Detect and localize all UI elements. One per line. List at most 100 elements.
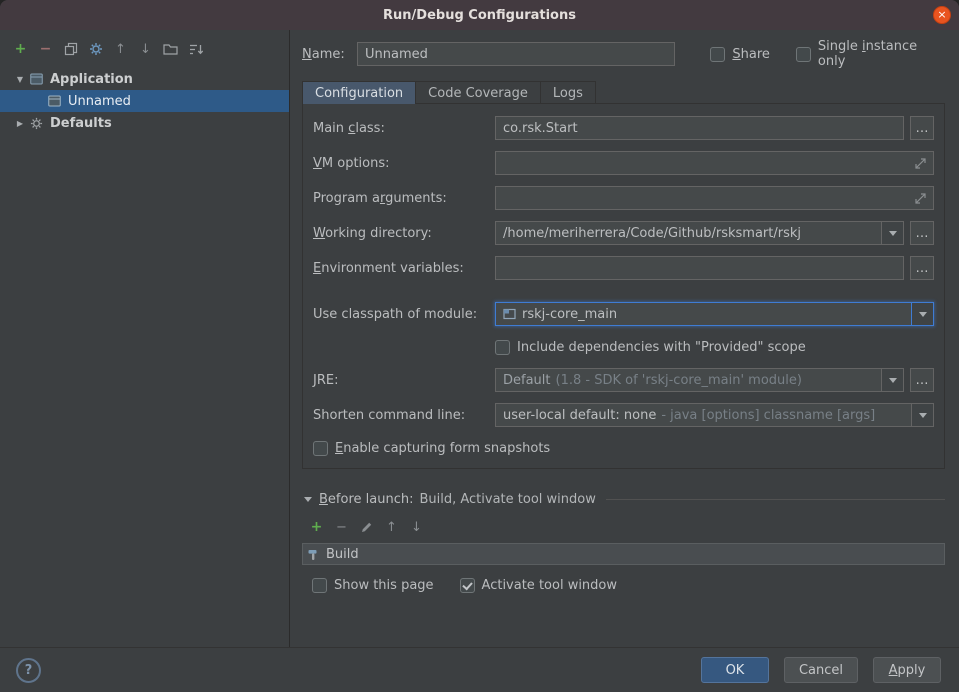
add-configuration-button[interactable]: + <box>8 40 33 58</box>
move-down-button[interactable]: ↓ <box>133 40 158 58</box>
before-launch-move-up-button[interactable]: ↑ <box>379 518 404 536</box>
before-launch-remove-button[interactable]: − <box>329 518 354 536</box>
jre-dropdown-button[interactable] <box>881 369 903 391</box>
name-input-value: Unnamed <box>365 47 428 62</box>
edit-templates-button[interactable] <box>83 40 108 58</box>
build-hammer-icon <box>307 548 320 561</box>
tree-item-application[interactable]: ▼ Application <box>0 68 289 90</box>
folder-icon <box>163 43 178 55</box>
before-launch-item-label: Build <box>326 547 359 562</box>
before-launch-subtitle: Build, Activate tool window <box>419 492 595 507</box>
single-instance-checkbox-box[interactable] <box>796 47 811 62</box>
before-launch-header[interactable]: Before launch: Build, Activate tool wind… <box>302 489 945 509</box>
help-button[interactable]: ? <box>16 658 41 683</box>
working-directory-dropdown-button[interactable] <box>881 222 903 244</box>
expand-field-icon[interactable] <box>914 192 927 205</box>
classpath-module-dropdown-button[interactable] <box>911 303 933 325</box>
before-launch-add-button[interactable]: + <box>304 518 329 536</box>
activate-tool-window-checkbox-box[interactable] <box>460 578 475 593</box>
configuration-tab-panel: Main class: co.rsk.Start … VM options: <box>302 103 945 469</box>
before-launch-list: Build <box>302 543 945 565</box>
name-label: Name: <box>302 47 357 62</box>
name-input[interactable]: Unnamed <box>357 42 675 66</box>
ok-button[interactable]: OK <box>701 657 769 683</box>
before-launch-options: Show this page Activate tool window <box>302 578 945 593</box>
plus-icon: + <box>15 42 27 56</box>
expand-field-icon[interactable] <box>914 157 927 170</box>
minus-icon: − <box>40 42 52 56</box>
close-button[interactable]: × <box>933 6 951 24</box>
vm-options-label: VM options: <box>313 156 495 171</box>
environment-variables-input[interactable] <box>495 256 904 280</box>
shorten-command-line-value: user-local default: none <box>503 408 656 423</box>
minus-icon: − <box>336 521 347 534</box>
working-directory-combobox[interactable]: /home/meriherrera/Code/Github/rsksmart/r… <box>495 221 904 245</box>
create-folder-button[interactable] <box>158 40 183 58</box>
name-row: Name: Unnamed Share Single instance only <box>302 42 945 66</box>
chevron-down-icon[interactable]: ▼ <box>14 75 26 84</box>
enable-capturing-checkbox-box[interactable] <box>313 441 328 456</box>
activate-tool-window-checkbox[interactable]: Activate tool window <box>460 578 617 593</box>
apply-button[interactable]: Apply <box>873 657 941 683</box>
environment-variables-label: Environment variables: <box>313 261 495 276</box>
defaults-gear-icon <box>30 117 43 130</box>
close-icon: × <box>937 8 946 21</box>
titlebar[interactable]: Run/Debug Configurations × <box>0 0 959 30</box>
share-checkbox-box[interactable] <box>710 47 725 62</box>
config-tabs: Configuration Code Coverage Logs <box>302 81 945 104</box>
single-instance-checkbox[interactable]: Single instance only <box>796 39 945 69</box>
working-directory-label: Working directory: <box>313 226 495 241</box>
environment-variables-row: Environment variables: … <box>313 256 934 280</box>
sort-icon <box>189 43 203 56</box>
working-directory-value: /home/meriherrera/Code/Github/rsksmart/r… <box>503 226 801 241</box>
classpath-module-combobox[interactable]: rskj-core_main <box>495 302 934 326</box>
enable-capturing-checkbox-label: Enable capturing form snapshots <box>335 441 550 456</box>
show-this-page-checkbox-box[interactable] <box>312 578 327 593</box>
show-this-page-checkbox[interactable]: Show this page <box>312 578 434 593</box>
jre-combobox[interactable]: Default (1.8 - SDK of 'rskj-core_main' m… <box>495 368 904 392</box>
include-dependencies-checkbox-label: Include dependencies with "Provided" sco… <box>517 340 806 355</box>
ellipsis-icon: … <box>916 226 929 241</box>
share-checkbox[interactable]: Share <box>710 47 770 62</box>
main-class-label: Main class: <box>313 121 495 136</box>
main-class-browse-button[interactable]: … <box>910 116 934 140</box>
main-class-input[interactable]: co.rsk.Start <box>495 116 904 140</box>
chevron-right-icon[interactable]: ▶ <box>14 119 26 128</box>
shorten-command-line-dropdown-button[interactable] <box>911 404 933 426</box>
before-launch-item-build[interactable]: Build <box>303 547 944 562</box>
tab-configuration[interactable]: Configuration <box>302 81 416 104</box>
jre-row: JRE: Default (1.8 - SDK of 'rskj-core_ma… <box>313 368 934 392</box>
configuration-editor: Name: Unnamed Share Single instance only… <box>290 30 959 647</box>
environment-variables-browse-button[interactable]: … <box>910 256 934 280</box>
sort-configurations-button[interactable] <box>183 40 208 58</box>
run-debug-configurations-dialog: Run/Debug Configurations × + − ↑ <box>0 0 959 692</box>
ellipsis-icon: … <box>916 121 929 136</box>
include-dependencies-checkbox[interactable]: Include dependencies with "Provided" sco… <box>495 340 806 355</box>
tree-item-unnamed[interactable]: Unnamed <box>0 90 289 112</box>
move-up-button[interactable]: ↑ <box>108 40 133 58</box>
collapse-triangle-icon[interactable] <box>304 497 312 502</box>
shorten-command-line-combobox[interactable]: user-local default: none - java [options… <box>495 403 934 427</box>
tree-item-defaults[interactable]: ▶ Defaults <box>0 112 289 134</box>
module-icon <box>503 308 516 320</box>
arrow-up-icon: ↑ <box>115 43 126 56</box>
ellipsis-icon: … <box>916 373 929 388</box>
cancel-button[interactable]: Cancel <box>784 657 858 683</box>
dropdown-arrow-icon <box>889 378 897 383</box>
copy-configuration-button[interactable] <box>58 40 83 58</box>
ellipsis-icon: … <box>916 261 929 276</box>
tab-code-coverage[interactable]: Code Coverage <box>416 81 541 104</box>
before-launch-edit-button[interactable] <box>354 518 379 536</box>
enable-capturing-checkbox[interactable]: Enable capturing form snapshots <box>313 441 550 456</box>
jre-browse-button[interactable]: … <box>910 368 934 392</box>
program-arguments-input[interactable] <box>495 186 934 210</box>
include-dependencies-checkbox-box[interactable] <box>495 340 510 355</box>
before-launch-move-down-button[interactable]: ↓ <box>404 518 429 536</box>
remove-configuration-button[interactable]: − <box>33 40 58 58</box>
classpath-module-label: Use classpath of module: <box>313 307 495 322</box>
working-directory-row: Working directory: /home/meriherrera/Cod… <box>313 221 934 245</box>
vm-options-input[interactable] <box>495 151 934 175</box>
working-directory-browse-button[interactable]: … <box>910 221 934 245</box>
jre-label: JRE: <box>313 373 495 388</box>
tab-logs[interactable]: Logs <box>541 81 596 104</box>
